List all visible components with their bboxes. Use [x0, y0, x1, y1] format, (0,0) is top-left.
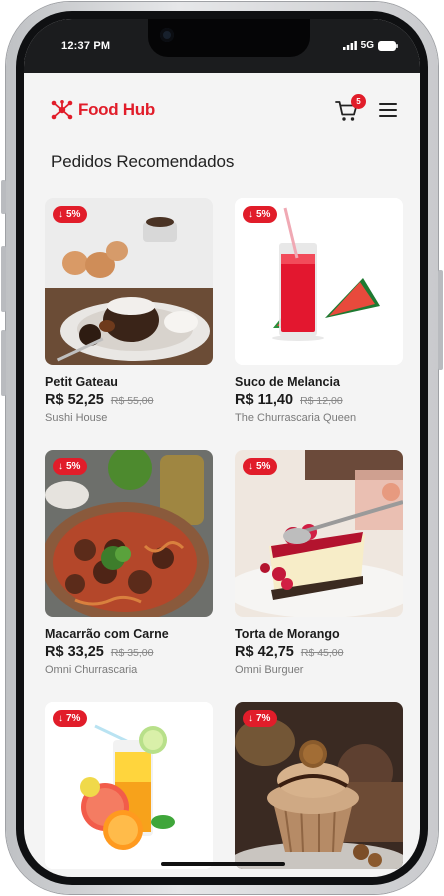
product-image: ↓ 5%	[45, 198, 213, 365]
network-label: 5G	[360, 40, 374, 51]
cart-button[interactable]: 5	[335, 94, 366, 123]
product-image: ↓ 5%	[45, 450, 213, 617]
product-price: R$ 52,25	[45, 392, 104, 408]
home-indicator[interactable]	[161, 862, 285, 866]
discount-badge: ↓ 7%	[53, 710, 88, 727]
discount-badge: ↓ 5%	[243, 206, 278, 223]
power-button	[438, 270, 443, 370]
silent-switch	[1, 180, 6, 214]
section-title: Pedidos Recomendados	[51, 152, 235, 171]
product-name: Torta de Morango	[235, 627, 340, 641]
product-price: R$ 11,40	[235, 392, 294, 408]
hamburger-menu-icon[interactable]	[379, 103, 397, 117]
volume-up-button	[1, 246, 6, 312]
app-header: Food Hub 5	[24, 73, 420, 145]
product-image: ↓ 7%	[45, 702, 213, 869]
discount-badge: ↓ 5%	[53, 206, 88, 223]
app-name: Food Hub	[78, 100, 155, 119]
discount-badge: ↓ 5%	[53, 458, 88, 475]
product-card[interactable]: ↓ 7%	[235, 702, 403, 869]
status-bar: 12:37 PM 5G	[24, 19, 420, 73]
volume-down-button	[1, 330, 6, 396]
product-image: ↓ 7%	[235, 702, 403, 869]
app-screen: 12:37 PM 5G Food Hub 5 Pedidos Recomenda…	[24, 19, 420, 877]
dynamic-island	[148, 19, 310, 57]
arrow-down-icon: ↓	[58, 713, 63, 724]
product-card[interactable]: ↓ 7%	[45, 702, 213, 869]
battery-icon	[378, 40, 398, 51]
product-card[interactable]: ↓ 5% Torta de Morango R$ 42,75 R$ 45,00 …	[235, 450, 403, 676]
product-card[interactable]: ↓ 5% Suco de Melancia R$ 11,40 R$ 12,00 …	[235, 198, 403, 424]
price-row: R$ 33,25 R$ 35,00	[45, 644, 213, 660]
product-old-price: R$ 45,00	[300, 647, 344, 659]
discount-badge: ↓ 7%	[243, 710, 278, 727]
arrow-down-icon: ↓	[248, 209, 253, 220]
network-nodes-icon	[51, 100, 73, 120]
front-camera-icon	[160, 28, 174, 42]
product-name: Macarrão com Carne	[45, 627, 169, 641]
status-time: 12:37 PM	[61, 40, 111, 52]
product-old-price: R$ 12,00	[300, 395, 343, 407]
status-indicators: 5G	[342, 40, 398, 51]
arrow-down-icon: ↓	[248, 713, 253, 724]
price-row: R$ 11,40 R$ 12,00	[235, 392, 403, 408]
product-image: ↓ 5%	[235, 198, 403, 365]
restaurant-name: Omni Burguer	[235, 664, 304, 676]
price-row: R$ 42,75 R$ 45,00	[235, 644, 403, 660]
product-old-price: R$ 35,00	[110, 647, 154, 659]
product-name: Suco de Melancia	[235, 375, 340, 389]
discount-badge: ↓ 5%	[243, 458, 278, 475]
restaurant-name: Sushi House	[45, 412, 108, 424]
arrow-down-icon: ↓	[58, 209, 63, 220]
restaurant-name: Omni Churrascaria	[45, 664, 138, 676]
product-card[interactable]: ↓ 5% Macarrão com Carne R$ 33,25 R$ 35,0…	[45, 450, 213, 676]
product-image: ↓ 5%	[235, 450, 403, 617]
product-name: Petit Gateau	[45, 375, 118, 389]
price-row: R$ 52,25 R$ 55,00	[45, 392, 213, 408]
signal-icon	[342, 41, 357, 50]
restaurant-name: The Churrascaria Queen	[235, 412, 357, 424]
product-price: R$ 33,25	[45, 644, 104, 660]
arrow-down-icon: ↓	[248, 461, 253, 472]
product-price: R$ 42,75	[235, 644, 294, 660]
arrow-down-icon: ↓	[58, 461, 63, 472]
product-old-price: R$ 55,00	[110, 395, 154, 407]
cart-count-badge: 5	[351, 94, 366, 109]
product-card[interactable]: ↓ 5% Petit Gateau R$ 52,25 R$ 55,00 Sush…	[45, 198, 213, 424]
app-logo[interactable]: Food Hub	[51, 100, 155, 120]
